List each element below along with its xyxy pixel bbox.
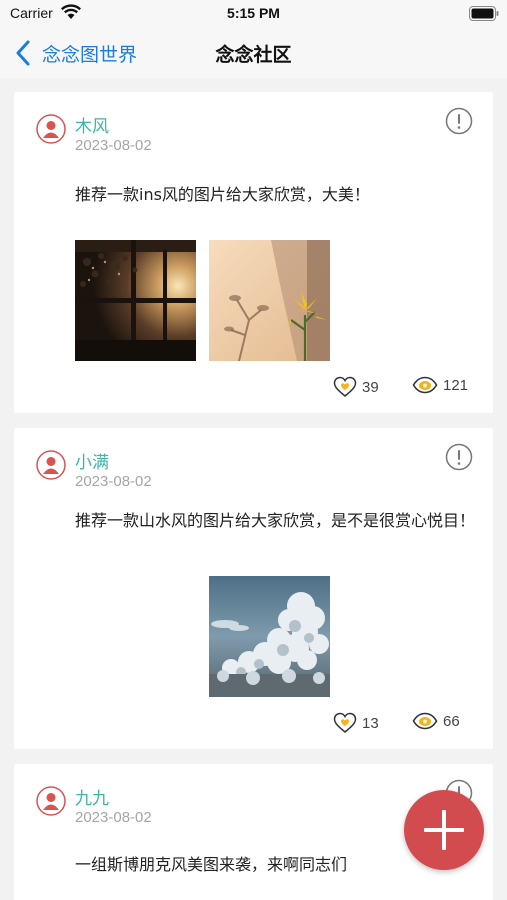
add-post-button[interactable]: [404, 790, 484, 870]
eye-icon: [412, 376, 438, 394]
user-avatar-icon: [36, 450, 66, 480]
battery-icon: [469, 6, 499, 21]
post-date: 2023-08-02: [75, 137, 152, 154]
exclamation-circle-icon[interactable]: [445, 107, 473, 135]
post-feed[interactable]: 木风 2023-08-02 推荐一款ins风的图片给大家欣赏，大美！ 39 12…: [0, 78, 507, 900]
like-count: 39: [362, 378, 379, 396]
like-count: 13: [362, 714, 379, 732]
plus-icon: [424, 810, 464, 850]
views-count: 66: [443, 712, 460, 730]
eye-icon: [412, 712, 438, 730]
user-avatar-icon: [36, 114, 66, 144]
lily-flower-photo[interactable]: [209, 240, 330, 361]
like-button[interactable]: 13: [333, 712, 379, 734]
page-title: 念念社区: [215, 44, 292, 66]
post-text: 推荐一款山水风的图片给大家欣赏，是不是很赏心悦目！: [75, 511, 476, 530]
post-card: 木风 2023-08-02 推荐一款ins风的图片给大家欣赏，大美！ 39 12…: [14, 92, 493, 413]
views-counter: 121: [412, 376, 468, 394]
heart-icon: [333, 376, 357, 397]
views-counter: 66: [412, 712, 460, 730]
post-text: 推荐一款ins风的图片给大家欣赏，大美！: [75, 185, 370, 204]
post-date: 2023-08-02: [75, 473, 152, 490]
status-bar: Carrier 5:15 PM: [0, 0, 507, 28]
heart-icon: [333, 712, 357, 733]
cloudy-sky-photo[interactable]: [209, 576, 330, 697]
user-avatar-icon: [36, 786, 66, 816]
views-count: 121: [443, 376, 469, 394]
post-author[interactable]: 九九: [75, 784, 109, 809]
post-author[interactable]: 木风: [75, 112, 109, 137]
exclamation-circle-icon[interactable]: [445, 443, 473, 471]
post-date: 2023-08-02: [75, 809, 152, 826]
clock: 5:15 PM: [227, 5, 280, 21]
post-author[interactable]: 小满: [75, 448, 109, 473]
like-button[interactable]: 39: [333, 376, 379, 398]
window-sunset-photo[interactable]: [75, 240, 196, 361]
navigation-bar: 念念图世界 念念社区: [0, 28, 507, 78]
post-card: 小满 2023-08-02 推荐一款山水风的图片给大家欣赏，是不是很赏心悦目！: [14, 428, 493, 749]
